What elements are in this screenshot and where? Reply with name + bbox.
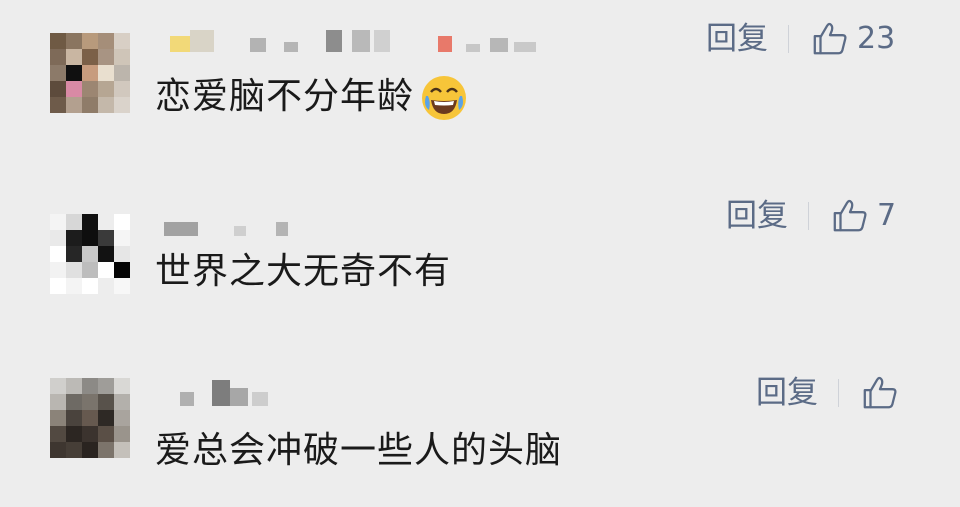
comment-item: 世界之大无奇不有 回复 7 <box>0 160 960 330</box>
username-redacted[interactable] <box>160 28 536 52</box>
divider <box>838 379 839 407</box>
comment-list: 恋爱脑不分年龄 回复 23 世界之大无奇不有 回复 7 爱总会冲破一些人的头脑 … <box>0 0 960 507</box>
comment-text: 世界之大无奇不有 <box>155 251 452 292</box>
like-count: 7 <box>877 198 897 233</box>
comment-actions: 回复 <box>756 371 907 415</box>
comment-actions: 回复 7 <box>726 194 896 238</box>
reply-button[interactable]: 回复 <box>706 17 768 61</box>
like-count: 23 <box>857 21 896 56</box>
comment-actions: 回复 23 <box>706 17 895 61</box>
avatar[interactable] <box>50 214 130 294</box>
reply-button[interactable]: 回复 <box>756 371 818 415</box>
face-with-tears-of-joy-icon <box>422 76 467 120</box>
comment-item: 恋爱脑不分年龄 回复 23 <box>0 0 960 160</box>
comment-item: 爱总会冲破一些人的头脑 回复 <box>0 330 960 507</box>
thumbs-up-icon <box>833 199 867 232</box>
avatar[interactable] <box>50 33 130 113</box>
divider <box>788 25 789 53</box>
username-redacted[interactable] <box>160 212 288 236</box>
thumbs-up-icon <box>813 22 847 55</box>
like-button[interactable] <box>861 374 907 412</box>
like-button[interactable]: 7 <box>831 194 896 238</box>
thumbs-up-icon <box>863 376 897 409</box>
divider <box>808 202 809 230</box>
comment-text: 爱总会冲破一些人的头脑 <box>155 430 563 471</box>
like-button[interactable]: 23 <box>811 17 895 61</box>
avatar[interactable] <box>50 378 130 458</box>
comment-text: 恋爱脑不分年龄 <box>155 72 470 124</box>
username-redacted[interactable] <box>160 380 268 406</box>
comment-text-content: 恋爱脑不分年龄 <box>155 76 415 117</box>
reply-button[interactable]: 回复 <box>726 194 788 238</box>
